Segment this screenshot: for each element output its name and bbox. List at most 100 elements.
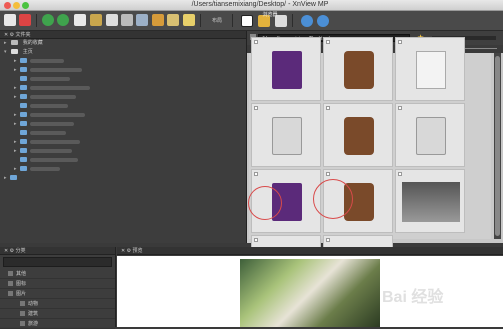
category-checkbox[interactable] [8, 281, 13, 287]
close-icon[interactable]: ✕ ⚙ [121, 248, 132, 254]
slideshow-icon[interactable] [90, 14, 102, 26]
compare-icon[interactable] [136, 14, 148, 26]
category-item[interactable]: 动物 [0, 299, 115, 309]
folder-name-blurred [30, 103, 68, 108]
scan-icon[interactable] [121, 14, 133, 26]
folder-icon [20, 58, 27, 64]
layout-label[interactable]: 布局 [212, 17, 222, 24]
tree-item-label: 我的收藏 [22, 40, 43, 46]
minimize-window-button[interactable] [13, 2, 20, 9]
thumbnail-checkbox[interactable] [326, 106, 330, 110]
category-checkbox[interactable] [20, 321, 25, 327]
thumbnail-checkbox[interactable] [398, 172, 402, 176]
folder-icon[interactable] [183, 14, 195, 26]
category-item[interactable]: 建筑 [0, 309, 115, 319]
tree-item-favorites[interactable]: ▸ 我的收藏 [0, 39, 246, 48]
thumbnail-checkbox[interactable] [326, 172, 330, 176]
tree-folder-item[interactable]: ▸ [0, 93, 246, 102]
delete-icon[interactable] [19, 14, 31, 26]
toolbar-separator [292, 14, 293, 27]
batch-convert-icon[interactable] [152, 14, 164, 26]
folder-tree: ▸ ▸ ▸ ▸ ▸ ▸ ▸ ▸ ▸ ▸ [0, 57, 246, 183]
thumbnail-checkbox[interactable] [398, 106, 402, 110]
tree-folder-item[interactable] [0, 156, 246, 165]
folder-panel-header: ✕ ⚙ 文件夹 [0, 31, 246, 39]
thumbnail-cell[interactable] [395, 103, 465, 167]
zoom-window-button[interactable] [22, 2, 29, 9]
thumbnail-checkbox[interactable] [254, 172, 258, 176]
home-icon [11, 49, 19, 55]
thumbnail-cell[interactable] [251, 37, 321, 101]
tree-folder-item[interactable]: ▸ [0, 66, 246, 75]
tree-folder-item[interactable] [0, 75, 246, 84]
folder-panel-title: 文件夹 [15, 32, 31, 38]
category-item[interactable]: 其他 [0, 269, 115, 279]
thumbnail-checkbox[interactable] [326, 238, 330, 242]
close-icon[interactable]: ✕ ⚙ [4, 32, 15, 38]
edit-icon[interactable] [74, 14, 86, 26]
category-item[interactable]: 图标 [0, 279, 115, 289]
thumbnail-checkbox[interactable] [254, 40, 258, 44]
collapse-icon[interactable]: ▾ [4, 48, 10, 57]
tree-folder-item[interactable]: ▸ [0, 174, 246, 183]
category-item[interactable]: 图片 [0, 289, 115, 299]
tree-folder-item[interactable]: ▸ [0, 120, 246, 129]
thumbnail-cell[interactable] [323, 103, 393, 167]
tree-folder-item[interactable] [0, 102, 246, 111]
folder-panel: ✕ ⚙ 文件夹 ▸ 我的收藏 ▾ 主页 ▸ ▸ ▸ ▸ ▸ ▸ ▸ ▸ ▸ ▸ [0, 31, 247, 243]
folder-name-blurred [30, 67, 82, 72]
category-label: 动物 [28, 301, 39, 307]
preview-image [240, 259, 380, 327]
tree-folder-item[interactable]: ▸ [0, 165, 246, 174]
folder-icon [20, 112, 27, 118]
tree-folder-item[interactable]: ▸ [0, 147, 246, 156]
window-title: /Users/tiansemixiang/Desktop/ - XnView M… [191, 1, 329, 8]
folder-icon [20, 67, 27, 73]
thumbnail-checkbox[interactable] [254, 238, 258, 242]
thumbnail-checkbox[interactable] [398, 40, 402, 44]
tree-folder-item[interactable]: ▸ [0, 138, 246, 147]
screenshot-icon [402, 182, 460, 222]
batch-rename-icon[interactable] [167, 14, 179, 26]
thumbnail-checkbox[interactable] [326, 40, 330, 44]
disk-image-icon [272, 117, 302, 155]
folder-name-blurred [30, 58, 64, 63]
expand-icon[interactable]: ▸ [4, 39, 10, 48]
tree-folder-item[interactable]: ▸ [0, 84, 246, 93]
toolbar-separator [36, 14, 37, 27]
category-checkbox[interactable] [20, 311, 25, 317]
folder-icon [20, 103, 27, 109]
category-item[interactable]: 旅游 [0, 319, 115, 329]
thumbnail-cell[interactable] [323, 37, 393, 101]
thumbnail-cell[interactable] [395, 169, 465, 233]
folder-name-blurred [30, 139, 80, 144]
thumbnail-cell[interactable] [395, 37, 465, 101]
tree-folder-item[interactable] [0, 129, 246, 138]
text-file-icon [416, 51, 446, 89]
tree-folder-item[interactable]: ▸ [0, 57, 246, 66]
help-icon[interactable] [317, 15, 329, 27]
print-icon[interactable] [106, 14, 118, 26]
folder-icon [20, 166, 27, 172]
rotate-left-icon[interactable] [42, 14, 54, 26]
close-window-button[interactable] [4, 2, 11, 9]
category-checkbox[interactable] [20, 301, 25, 307]
category-checkbox[interactable] [8, 271, 13, 277]
thumbnail-checkbox[interactable] [254, 106, 258, 110]
folder-name-blurred [30, 85, 90, 90]
thumbnail-cell[interactable] [251, 103, 321, 167]
tree-item-home[interactable]: ▾ 主页 [0, 48, 246, 57]
close-icon[interactable]: ✕ ⚙ [4, 248, 15, 254]
preview-panel-title: 预览 [132, 248, 143, 254]
browse-icon[interactable] [4, 14, 16, 26]
scrollbar-thumb[interactable] [495, 56, 500, 236]
view-icon[interactable] [241, 15, 253, 27]
rotate-right-icon[interactable] [57, 14, 69, 26]
category-filter-input[interactable] [3, 257, 112, 267]
category-checkbox[interactable] [8, 291, 13, 297]
tree-item-label: 主页 [22, 49, 33, 55]
tree-folder-item[interactable]: ▸ [0, 111, 246, 120]
settings-icon[interactable] [301, 15, 313, 27]
tab-browser[interactable]: 浏览器 [258, 11, 282, 18]
folder-icon [20, 94, 27, 100]
